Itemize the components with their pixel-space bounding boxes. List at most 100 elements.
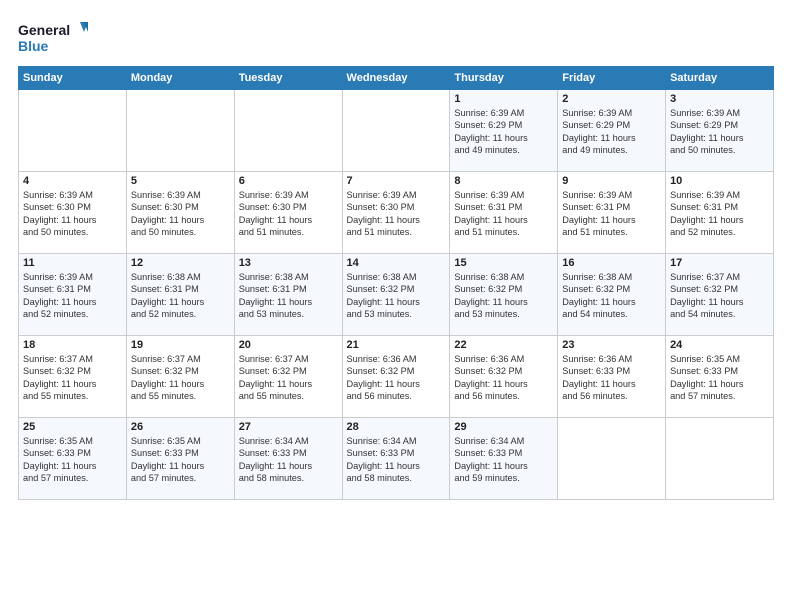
day-number: 18 (23, 339, 122, 351)
calendar-cell: 18Sunrise: 6:37 AM Sunset: 6:32 PM Dayli… (19, 336, 127, 418)
calendar-cell: 21Sunrise: 6:36 AM Sunset: 6:32 PM Dayli… (342, 336, 450, 418)
calendar-cell: 1 Sunrise: 6:39 AM Sunset: 6:29 PM Daylig… (450, 90, 558, 172)
calendar-cell: 25Sunrise: 6:35 AM Sunset: 6:33 PM Dayli… (19, 418, 127, 500)
week-row: 4 Sunrise: 6:39 AM Sunset: 6:30 PM Daylig… (19, 172, 774, 254)
day-number: 4 (23, 175, 122, 187)
weekday-header: Thursday (450, 67, 558, 90)
day-info: Sunrise: 6:35 AM Sunset: 6:33 PM Dayligh… (670, 353, 769, 403)
day-info: Sunrise: 6:38 AM Sunset: 6:32 PM Dayligh… (347, 271, 446, 321)
day-info: Sunrise: 6:37 AM Sunset: 6:32 PM Dayligh… (131, 353, 230, 403)
day-info: Sunrise: 6:39 AM Sunset: 6:30 PM Dayligh… (131, 189, 230, 239)
day-info: Sunrise: 6:37 AM Sunset: 6:32 PM Dayligh… (670, 271, 769, 321)
day-info: Sunrise: 6:34 AM Sunset: 6:33 PM Dayligh… (239, 435, 338, 485)
day-number: 14 (347, 257, 446, 269)
day-info: Sunrise: 6:38 AM Sunset: 6:31 PM Dayligh… (131, 271, 230, 321)
day-info: Sunrise: 6:36 AM Sunset: 6:32 PM Dayligh… (347, 353, 446, 403)
week-row: 1 Sunrise: 6:39 AM Sunset: 6:29 PM Daylig… (19, 90, 774, 172)
calendar-cell: 10 Sunrise: 6:39 AM Sunset: 6:31 PM Dayli… (666, 172, 774, 254)
day-number: 8 (454, 175, 553, 187)
calendar-cell: 24 Sunrise: 6:35 AM Sunset: 6:33 PM Dayli… (666, 336, 774, 418)
day-info: Sunrise: 6:39 AM Sunset: 6:31 PM Dayligh… (562, 189, 661, 239)
calendar-cell (126, 90, 234, 172)
day-info: Sunrise: 6:38 AM Sunset: 6:31 PM Dayligh… (239, 271, 338, 321)
page: General Blue SundayMondayTuesdayWednesda… (0, 0, 792, 612)
day-number: 19 (131, 339, 230, 351)
day-number: 27 (239, 421, 338, 433)
calendar-cell (234, 90, 342, 172)
calendar-cell: 12 Sunrise: 6:38 AM Sunset: 6:31 PM Dayli… (126, 254, 234, 336)
weekday-header: Tuesday (234, 67, 342, 90)
calendar-cell: 28 Sunrise: 6:34 AM Sunset: 6:33 PM Dayli… (342, 418, 450, 500)
day-info: Sunrise: 6:39 AM Sunset: 6:29 PM Dayligh… (454, 107, 553, 157)
day-info: Sunrise: 6:39 AM Sunset: 6:31 PM Dayligh… (454, 189, 553, 239)
calendar-cell: 5 Sunrise: 6:39 AM Sunset: 6:30 PM Daylig… (126, 172, 234, 254)
calendar-cell: 13 Sunrise: 6:38 AM Sunset: 6:31 PM Dayli… (234, 254, 342, 336)
day-info: Sunrise: 6:38 AM Sunset: 6:32 PM Dayligh… (562, 271, 661, 321)
day-info: Sunrise: 6:34 AM Sunset: 6:33 PM Dayligh… (347, 435, 446, 485)
day-number: 15 (454, 257, 553, 269)
calendar-cell (342, 90, 450, 172)
calendar-cell: 2Sunrise: 6:39 AM Sunset: 6:29 PM Daylig… (558, 90, 666, 172)
week-row: 25 Sunrise: 6:35 AM Sunset: 6:33 PM Dayli… (19, 418, 774, 500)
weekday-header: Wednesday (342, 67, 450, 90)
calendar-cell: 14 Sunrise: 6:38 AM Sunset: 6:32 PM Dayli… (342, 254, 450, 336)
day-number: 6 (239, 175, 338, 187)
day-number: 16 (562, 257, 661, 269)
day-number: 3 (670, 93, 769, 105)
header: General Blue (18, 18, 774, 58)
calendar-cell: 17Sunrise: 6:37 AM Sunset: 6:32 PM Dayli… (666, 254, 774, 336)
weekday-row: SundayMondayTuesdayWednesdayThursdayFrid… (19, 67, 774, 90)
day-number: 9 (562, 175, 661, 187)
day-number: 28 (347, 421, 446, 433)
day-info: Sunrise: 6:39 AM Sunset: 6:31 PM Dayligh… (670, 189, 769, 239)
logo: General Blue (18, 18, 88, 58)
day-number: 22 (454, 339, 553, 351)
day-info: Sunrise: 6:34 AM Sunset: 6:33 PM Dayligh… (454, 435, 553, 485)
calendar-cell (666, 418, 774, 500)
calendar-cell: 15 Sunrise: 6:38 AM Sunset: 6:32 PM Dayli… (450, 254, 558, 336)
calendar-cell: 26 Sunrise: 6:35 AM Sunset: 6:33 PM Dayli… (126, 418, 234, 500)
day-number: 24 (670, 339, 769, 351)
calendar-cell: 9 Sunrise: 6:39 AM Sunset: 6:31 PM Daylig… (558, 172, 666, 254)
day-number: 23 (562, 339, 661, 351)
day-info: Sunrise: 6:39 AM Sunset: 6:30 PM Dayligh… (239, 189, 338, 239)
day-number: 10 (670, 175, 769, 187)
calendar-cell: 11 Sunrise: 6:39 AM Sunset: 6:31 PM Dayli… (19, 254, 127, 336)
calendar-cell: 22 Sunrise: 6:36 AM Sunset: 6:32 PM Dayli… (450, 336, 558, 418)
day-info: Sunrise: 6:39 AM Sunset: 6:31 PM Dayligh… (23, 271, 122, 321)
calendar-cell: 4 Sunrise: 6:39 AM Sunset: 6:30 PM Daylig… (19, 172, 127, 254)
day-info: Sunrise: 6:39 AM Sunset: 6:29 PM Dayligh… (670, 107, 769, 157)
day-number: 1 (454, 93, 553, 105)
day-info: Sunrise: 6:35 AM Sunset: 6:33 PM Dayligh… (131, 435, 230, 485)
day-number: 11 (23, 257, 122, 269)
day-number: 5 (131, 175, 230, 187)
weekday-header: Sunday (19, 67, 127, 90)
calendar-cell: 23 Sunrise: 6:36 AM Sunset: 6:33 PM Dayli… (558, 336, 666, 418)
day-number: 29 (454, 421, 553, 433)
day-number: 25 (23, 421, 122, 433)
day-number: 20 (239, 339, 338, 351)
logo-svg: General Blue (18, 18, 88, 58)
calendar-cell: 19 Sunrise: 6:37 AM Sunset: 6:32 PM Dayli… (126, 336, 234, 418)
weekday-header: Saturday (666, 67, 774, 90)
day-number: 26 (131, 421, 230, 433)
calendar-cell: 20Sunrise: 6:37 AM Sunset: 6:32 PM Dayli… (234, 336, 342, 418)
calendar-cell: 27 Sunrise: 6:34 AM Sunset: 6:33 PM Dayli… (234, 418, 342, 500)
day-info: Sunrise: 6:39 AM Sunset: 6:29 PM Dayligh… (562, 107, 661, 157)
calendar-cell: 6 Sunrise: 6:39 AM Sunset: 6:30 PM Daylig… (234, 172, 342, 254)
day-info: Sunrise: 6:36 AM Sunset: 6:33 PM Dayligh… (562, 353, 661, 403)
svg-text:Blue: Blue (18, 38, 49, 54)
day-number: 12 (131, 257, 230, 269)
day-info: Sunrise: 6:36 AM Sunset: 6:32 PM Dayligh… (454, 353, 553, 403)
day-info: Sunrise: 6:38 AM Sunset: 6:32 PM Dayligh… (454, 271, 553, 321)
day-info: Sunrise: 6:39 AM Sunset: 6:30 PM Dayligh… (347, 189, 446, 239)
day-info: Sunrise: 6:39 AM Sunset: 6:30 PM Dayligh… (23, 189, 122, 239)
calendar-cell (19, 90, 127, 172)
calendar-cell: 16 Sunrise: 6:38 AM Sunset: 6:32 PM Dayli… (558, 254, 666, 336)
weekday-header: Monday (126, 67, 234, 90)
calendar-cell: 3 Sunrise: 6:39 AM Sunset: 6:29 PM Daylig… (666, 90, 774, 172)
day-number: 13 (239, 257, 338, 269)
svg-text:General: General (18, 22, 70, 38)
calendar-cell: 8 Sunrise: 6:39 AM Sunset: 6:31 PM Daylig… (450, 172, 558, 254)
calendar-cell (558, 418, 666, 500)
